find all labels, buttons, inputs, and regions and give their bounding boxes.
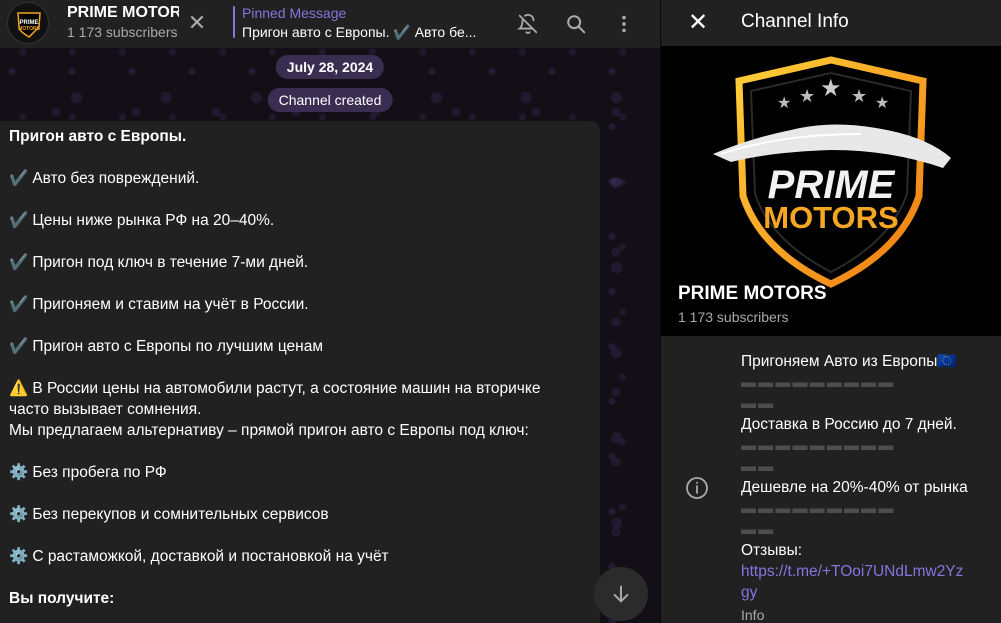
info-label: Info [741, 607, 765, 623]
gear-icon: ⚙️ [9, 506, 29, 523]
reviews-label: Отзывы: [741, 542, 803, 559]
message-title: Пригон авто с Европы. [9, 128, 187, 145]
gear-icon: ⚙️ [9, 548, 29, 565]
date-pill: July 28, 2024 [275, 55, 385, 79]
more-vertical-icon[interactable] [608, 8, 640, 40]
message-line: ⚙️ Без пробега по РФ [9, 464, 167, 481]
message-line: Вы получите: [9, 590, 115, 607]
description-line: Дешевле на 20%-40% от рынка [741, 479, 968, 496]
svg-text:★: ★ [875, 93, 889, 112]
service-pill: Channel created [267, 88, 393, 112]
message-line: ⚙️ С растаможкой, доставкой и постановкой… [9, 548, 389, 565]
gear-icon: ⚙️ [9, 464, 29, 481]
pinned-text[interactable]: Пригон авто с Европы. ✔️ Авто бе... [242, 24, 482, 41]
message-line: часто вызывает сомнения. [9, 401, 202, 418]
svg-text:★: ★ [799, 86, 815, 107]
svg-text:★: ★ [851, 86, 867, 107]
check-icon: ✔️ [9, 212, 29, 229]
channel-name: PRIME MOTORS [678, 283, 827, 304]
close-icon[interactable]: ✕ [683, 8, 713, 38]
chat-subscribers: 1 173 subscribers [67, 24, 178, 40]
message-line: ✔️ Пригоняем и ставим на учёт в России. [9, 296, 309, 313]
info-icon [685, 476, 709, 500]
message-line: ✔️ Авто без повреждений. [9, 170, 200, 187]
info-header: ✕ Channel Info [661, 0, 1001, 46]
description-divider: ▬ ▬ [741, 395, 773, 412]
check-icon: ✔️ [9, 296, 29, 313]
arrow-down-icon[interactable] [594, 567, 648, 621]
channel-subscribers: 1 173 subscribers [678, 309, 789, 325]
check-icon: ✔️ [9, 170, 29, 187]
channel-avatar[interactable]: PRIME MOTORS [7, 2, 49, 44]
svg-text:★: ★ [820, 74, 842, 102]
check-icon: ✔️ [9, 338, 29, 355]
description-divider: ▬ ▬ [741, 458, 773, 475]
message-line: Мы предлагаем альтернативу – прямой приг… [9, 422, 529, 439]
message-line: ✔️ Пригон авто с Европы по лучшим ценам [9, 338, 324, 355]
message-bubble[interactable]: Пригон авто с Европы. ✔️ Авто без поврежд… [0, 121, 600, 623]
reviews-link[interactable]: https://t.me/+TOoi7UNdLmw2Yz [741, 561, 981, 582]
pinned-bar [233, 6, 235, 38]
info-title: Channel Info [741, 11, 849, 32]
channel-info-panel: ✕ Channel Info ★ ★ ★ ★ ★ PRIME MOTORS PR… [660, 0, 1001, 623]
svg-text:★: ★ [777, 93, 791, 112]
logo-text-motors: MOTORS [763, 200, 899, 235]
svg-text:MOTORS: MOTORS [18, 26, 41, 32]
message-line: ⚙️ Без перекупов и сомнительных сервисов [9, 506, 329, 523]
message-line: ✔️ Пригон под ключ в течение 7-ми дней. [9, 254, 309, 271]
reviews-link-continued[interactable]: gy [741, 582, 981, 603]
close-icon[interactable]: ✕ [184, 10, 210, 36]
description-divider: ▬ ▬ ▬ ▬ ▬ ▬ ▬ ▬ ▬ [741, 374, 893, 391]
message-line: ✔️ Цены ниже рынка РФ на 20–40%. [9, 212, 275, 229]
description-line: Пригоняем Авто из Европы🇪🇺 [741, 353, 957, 370]
chat-header[interactable]: PRIME MOTORS PRIME MOTORS 1 173 subscrib… [0, 0, 660, 48]
bell-off-icon[interactable] [512, 8, 544, 40]
description-divider: ▬ ▬ ▬ ▬ ▬ ▬ ▬ ▬ ▬ [741, 437, 893, 454]
chat-area: PRIME MOTORS PRIME MOTORS 1 173 subscrib… [0, 0, 660, 623]
description-line: Доставка в Россию до 7 дней. [741, 416, 957, 433]
check-icon: ✔️ [9, 254, 29, 271]
message-line: ⚠️ В России цены на автомобили растут, а … [9, 380, 541, 397]
description-divider: ▬ ▬ [741, 521, 773, 538]
warning-icon: ⚠️ [9, 380, 29, 397]
channel-description[interactable]: Пригоняем Авто из Европы🇪🇺 ▬ ▬ ▬ ▬ ▬ ▬ ▬… [661, 336, 1001, 623]
search-icon[interactable] [560, 8, 592, 40]
pinned-label[interactable]: Pinned Message [242, 5, 346, 21]
chat-title[interactable]: PRIME MOTORS [67, 4, 179, 22]
description-divider: ▬ ▬ ▬ ▬ ▬ ▬ ▬ ▬ ▬ [741, 500, 893, 517]
